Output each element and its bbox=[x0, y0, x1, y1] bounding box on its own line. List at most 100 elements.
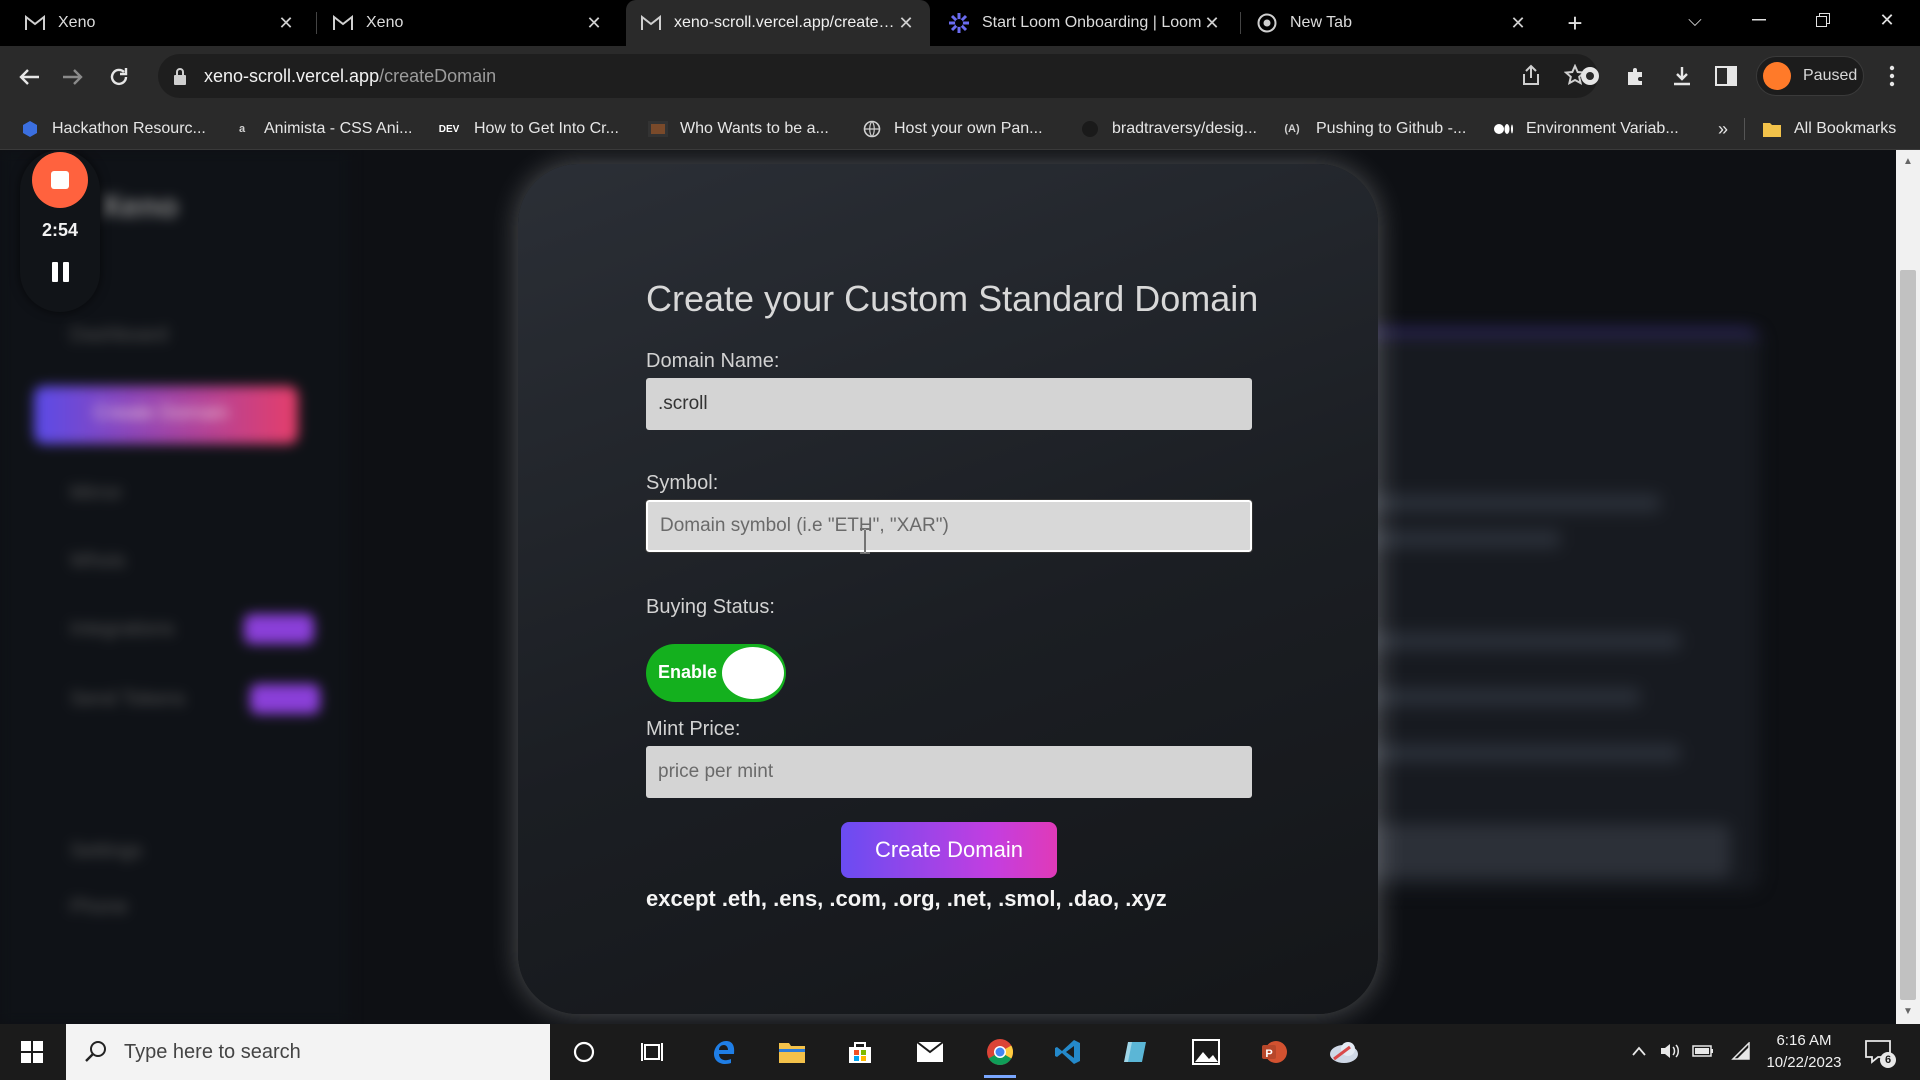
bookmark-animista[interactable]: a Animista - CSS Ani... bbox=[232, 118, 413, 140]
bookmark-who-wants[interactable]: Who Wants to be a... bbox=[648, 118, 829, 140]
bookmark-label: Host your own Pan... bbox=[894, 120, 1043, 137]
restore-button[interactable] bbox=[1792, 0, 1854, 40]
text-cursor-icon bbox=[858, 528, 872, 554]
lock-icon[interactable] bbox=[172, 66, 192, 86]
close-tab-icon[interactable]: ✕ bbox=[584, 13, 604, 33]
domain-name-label: Domain Name: bbox=[646, 350, 780, 372]
bookmark-label: Environment Variab... bbox=[1526, 120, 1679, 137]
new-tab-button[interactable]: + bbox=[1560, 8, 1590, 38]
gmail-m-icon bbox=[332, 12, 354, 34]
background-nav-item: Settings bbox=[70, 840, 143, 862]
wifi-icon[interactable] bbox=[1730, 1040, 1752, 1062]
chrome-taskbar-icon[interactable] bbox=[980, 1032, 1020, 1078]
url-host: xeno-scroll.vercel.app bbox=[204, 65, 380, 86]
bookmarks-overflow-button[interactable]: » bbox=[1718, 118, 1728, 140]
show-hidden-icons-icon[interactable] bbox=[1628, 1040, 1650, 1062]
extension-circle-icon[interactable] bbox=[1576, 62, 1604, 90]
download-icon[interactable] bbox=[1668, 62, 1696, 90]
tab-xeno-2[interactable]: Xeno ✕ bbox=[318, 0, 618, 46]
scroll-up-arrow-icon[interactable]: ▲ bbox=[1902, 156, 1914, 168]
tab-create-domain[interactable]: xeno-scroll.vercel.app/createDomain ✕ bbox=[626, 0, 930, 46]
cloud-app-icon[interactable] bbox=[1324, 1032, 1364, 1072]
tab-title: New Tab bbox=[1290, 14, 1352, 31]
tab-title: Xeno bbox=[58, 14, 96, 31]
create-domain-modal: Create your Custom Standard Domain Domai… bbox=[518, 164, 1378, 1014]
share-icon[interactable] bbox=[1520, 64, 1542, 91]
notes-app-icon[interactable] bbox=[1116, 1032, 1156, 1072]
buying-status-label: Buying Status: bbox=[646, 596, 775, 618]
buying-status-toggle[interactable]: Enable bbox=[646, 644, 786, 702]
close-tab-icon[interactable]: ✕ bbox=[896, 13, 916, 33]
clock-time: 6:16 AM bbox=[1776, 1032, 1832, 1049]
bookmark-label: Who Wants to be a... bbox=[680, 120, 829, 137]
bookmark-dev[interactable]: DEV How to Get Into Cr... bbox=[436, 118, 619, 140]
tab-loom[interactable]: Start Loom Onboarding | Loom ✕ bbox=[934, 0, 1236, 46]
task-view-icon[interactable] bbox=[632, 1032, 672, 1072]
tab-search-chevron-icon[interactable]: ⌵ bbox=[1664, 0, 1726, 40]
pause-icon[interactable] bbox=[48, 260, 72, 284]
scroll-down-arrow-icon[interactable]: ▼ bbox=[1902, 1006, 1914, 1018]
background-nav-item: Dashboard bbox=[70, 324, 168, 346]
bookmark-pushing-github[interactable]: (A) Pushing to Github -... bbox=[1280, 118, 1466, 140]
bookmark-environment[interactable]: Environment Variab... bbox=[1494, 118, 1679, 140]
page-scrollbar[interactable]: ▲ ▼ bbox=[1896, 150, 1920, 1024]
close-tab-icon[interactable]: ✕ bbox=[1202, 13, 1222, 33]
close-window-button[interactable]: ✕ bbox=[1856, 0, 1918, 40]
github-icon bbox=[1080, 119, 1100, 139]
tab-new-tab[interactable]: New Tab ✕ bbox=[1242, 0, 1542, 46]
cortana-icon[interactable] bbox=[564, 1032, 604, 1072]
search-icon bbox=[84, 1039, 110, 1065]
address-bar[interactable]: xeno-scroll.vercel.app/createDomain bbox=[158, 54, 1598, 98]
battery-icon[interactable] bbox=[1692, 1040, 1714, 1062]
create-domain-button[interactable]: Create Domain bbox=[841, 822, 1057, 878]
hexagon-icon bbox=[20, 119, 40, 139]
notification-count: 6 bbox=[1880, 1052, 1896, 1068]
close-tab-icon[interactable]: ✕ bbox=[276, 13, 296, 33]
recording-timer: 2:54 bbox=[41, 220, 79, 240]
minimize-button[interactable] bbox=[1728, 0, 1790, 40]
more-menu-icon[interactable] bbox=[1878, 62, 1906, 90]
back-button[interactable] bbox=[12, 60, 46, 94]
domain-name-input[interactable] bbox=[646, 378, 1252, 430]
close-tab-icon[interactable]: ✕ bbox=[1508, 13, 1528, 33]
browser-toolbar: xeno-scroll.vercel.app/createDomain Paus… bbox=[0, 46, 1920, 108]
bookmark-bradtraversy[interactable]: bradtraversy/desig... bbox=[1080, 118, 1257, 140]
loom-icon bbox=[948, 12, 970, 34]
stop-recording-button[interactable] bbox=[32, 152, 88, 208]
edge-icon[interactable] bbox=[704, 1032, 744, 1072]
bookmark-host-pan[interactable]: Host your own Pan... bbox=[862, 118, 1043, 140]
powerpoint-icon[interactable]: P bbox=[1254, 1032, 1294, 1072]
tab-title: xeno-scroll.vercel.app/createDomain bbox=[674, 14, 896, 31]
background-badge bbox=[250, 684, 320, 714]
bookmarks-bar: Hackathon Resourc... a Animista - CSS An… bbox=[0, 108, 1920, 150]
globe-icon bbox=[862, 119, 882, 139]
background-nav-item: Phone bbox=[70, 896, 128, 918]
forward-button[interactable] bbox=[56, 60, 90, 94]
bookmark-label: Hackathon Resourc... bbox=[52, 120, 206, 137]
windows-start-button[interactable] bbox=[0, 1024, 64, 1080]
profile-button[interactable]: Paused bbox=[1756, 56, 1864, 96]
volume-icon[interactable] bbox=[1660, 1040, 1682, 1062]
tab-xeno-1[interactable]: Xeno ✕ bbox=[10, 0, 310, 46]
background-badge bbox=[244, 614, 314, 644]
notification-center-icon[interactable]: 6 bbox=[1864, 1038, 1896, 1068]
microsoft-store-icon[interactable] bbox=[840, 1032, 880, 1072]
mint-price-input[interactable] bbox=[646, 746, 1252, 798]
symbol-input[interactable] bbox=[645, 499, 1253, 553]
taskbar-search-box[interactable]: Type here to search bbox=[66, 1024, 550, 1080]
mail-icon[interactable] bbox=[910, 1032, 950, 1072]
avatar bbox=[1763, 62, 1791, 90]
vscode-icon[interactable] bbox=[1048, 1032, 1088, 1072]
reload-button[interactable] bbox=[102, 60, 136, 94]
bookmark-hackathon[interactable]: Hackathon Resourc... bbox=[20, 118, 206, 140]
tab-title: Start Loom Onboarding | Loom bbox=[982, 14, 1202, 31]
page-viewport: Xeno Dashboard Create Domain Mirror Whoi… bbox=[0, 150, 1896, 1024]
scrollbar-thumb[interactable] bbox=[1900, 270, 1916, 1000]
extensions-puzzle-icon[interactable] bbox=[1622, 62, 1650, 90]
all-bookmarks-button[interactable]: All Bookmarks bbox=[1762, 118, 1896, 140]
side-panel-icon[interactable] bbox=[1712, 62, 1740, 90]
file-explorer-icon[interactable] bbox=[772, 1032, 812, 1072]
photos-icon[interactable] bbox=[1186, 1032, 1226, 1072]
search-placeholder: Type here to search bbox=[124, 1040, 301, 1063]
system-clock[interactable]: 6:16 AM 10/22/2023 bbox=[1762, 1030, 1846, 1074]
